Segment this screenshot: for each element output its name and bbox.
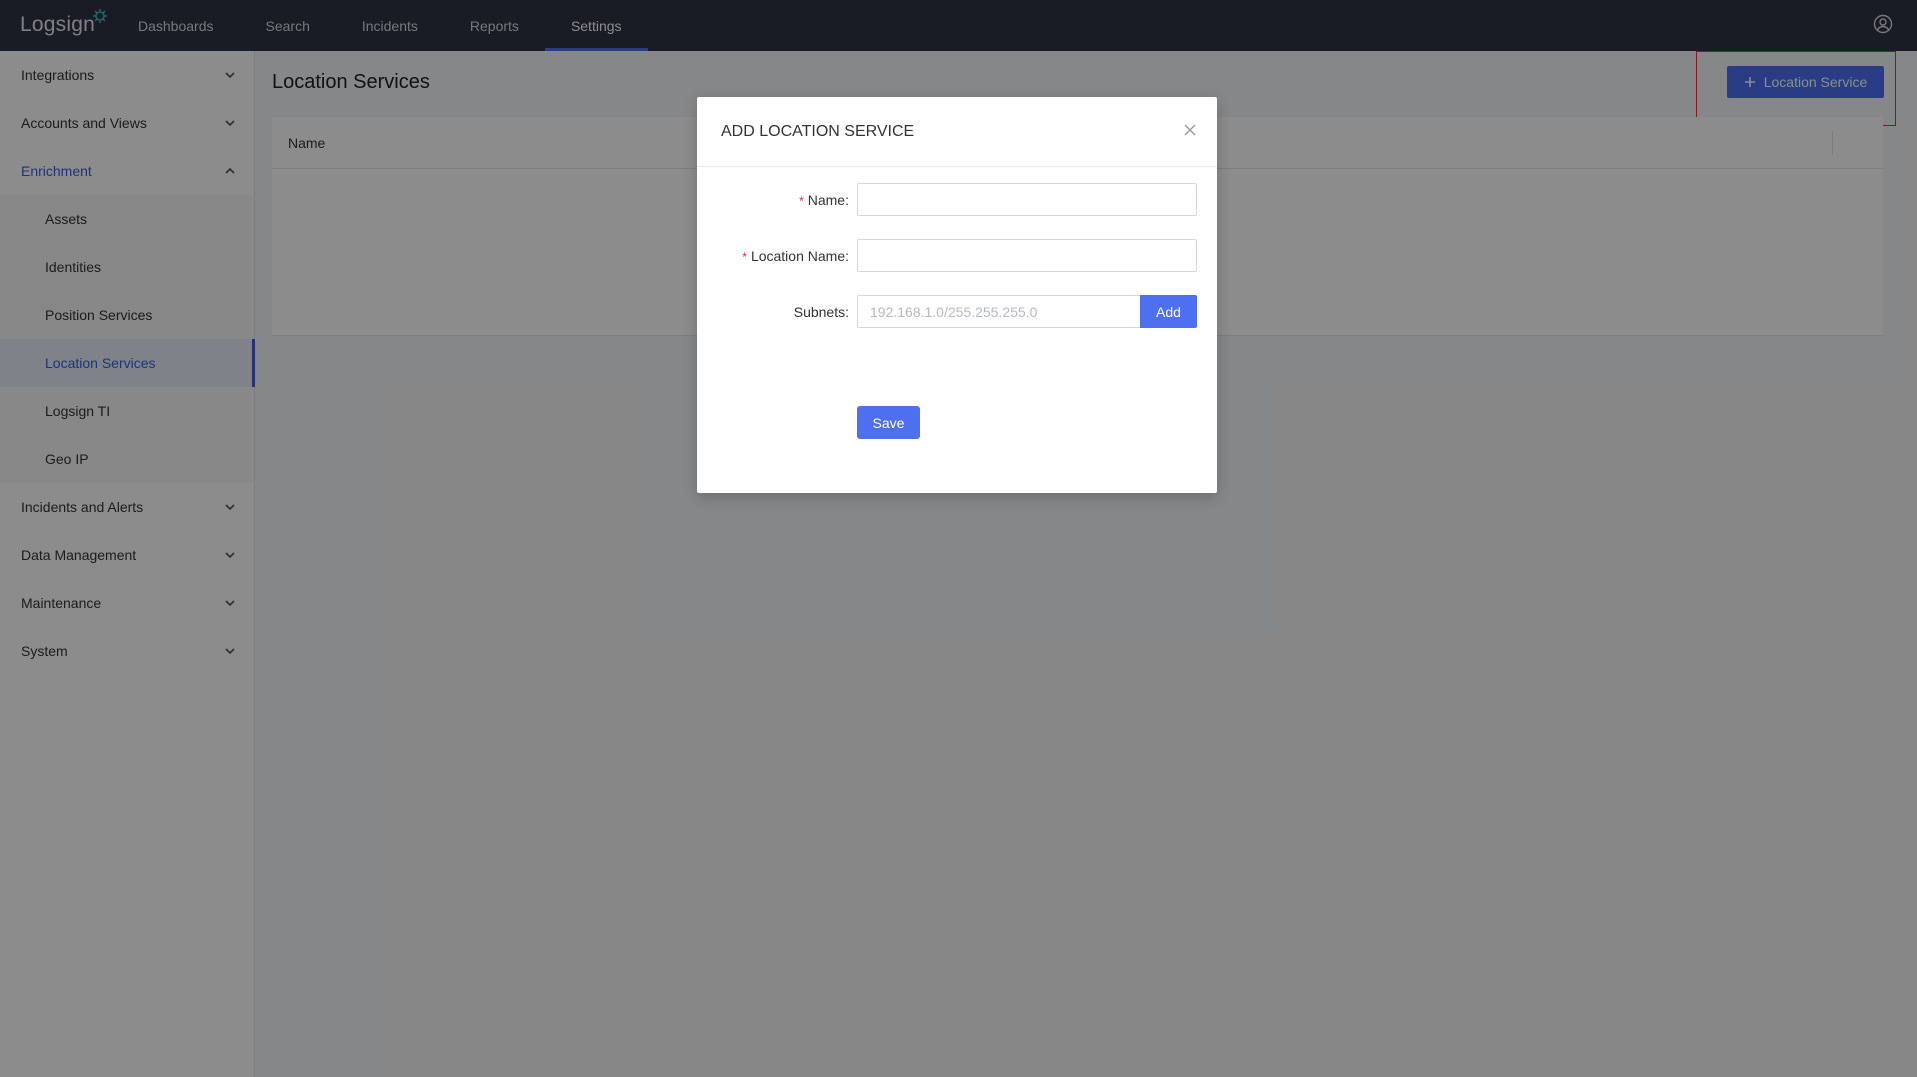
save-button[interactable]: Save — [857, 406, 920, 439]
required-marker: * — [742, 250, 747, 264]
location-name-label: * Location Name: — [742, 248, 849, 264]
name-row: * Name: — [697, 183, 1217, 217]
location-name-input[interactable] — [857, 239, 1197, 272]
location-name-row: * Location Name: — [697, 239, 1217, 273]
required-marker: * — [799, 194, 804, 208]
modal-header: ADD LOCATION SERVICE — [697, 97, 1217, 167]
subnets-label: Subnets: — [793, 304, 849, 320]
add-location-service-modal: ADD LOCATION SERVICE * Name: * Location Na… — [697, 97, 1217, 493]
name-label: * Name: — [799, 192, 849, 208]
modal-title: ADD LOCATION SERVICE — [721, 123, 915, 140]
add-subnet-button[interactable]: Add — [1140, 295, 1197, 328]
subnets-row: Subnets: Add — [697, 295, 1217, 329]
close-icon[interactable] — [1183, 123, 1197, 137]
subnets-input[interactable] — [857, 295, 1141, 328]
name-input[interactable] — [857, 183, 1197, 216]
